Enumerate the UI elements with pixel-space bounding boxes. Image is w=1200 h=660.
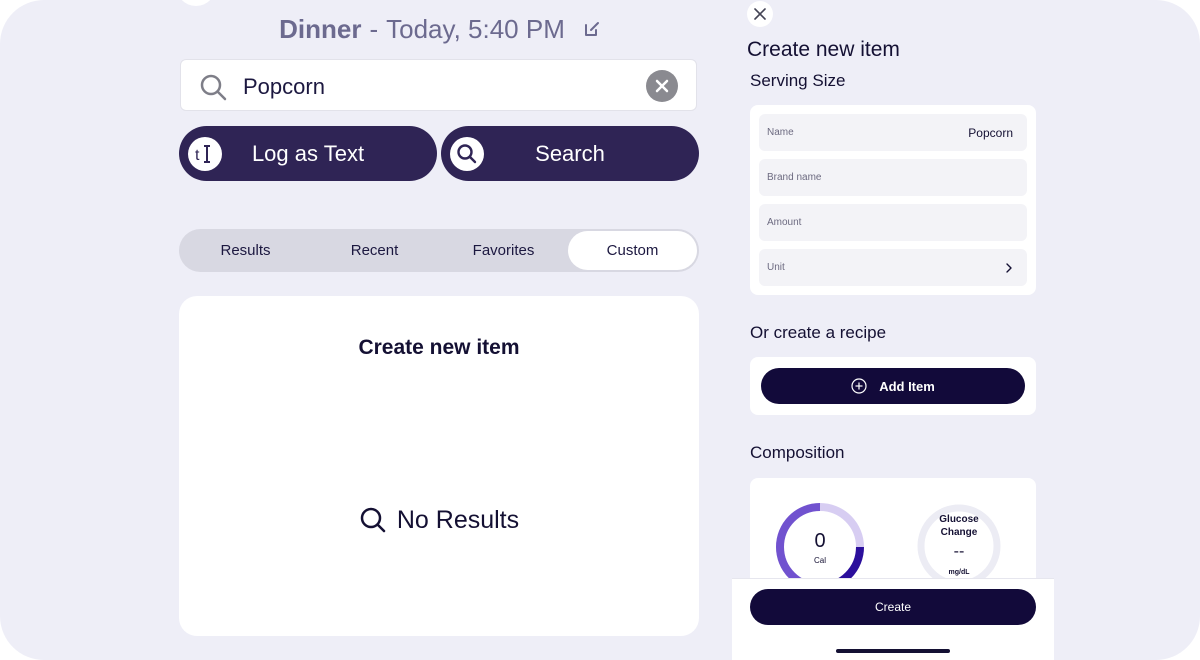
name-field-label: Name — [767, 127, 794, 138]
create-new-item-link[interactable]: Create new item — [179, 336, 699, 360]
recipe-label: Or create a recipe — [750, 323, 887, 342]
create-button[interactable]: Create — [750, 589, 1036, 625]
svg-text:t: t — [195, 147, 200, 164]
edit-icon[interactable] — [583, 20, 601, 38]
glucose-label-line1: Glucose — [939, 514, 979, 525]
header-separator: - — [369, 13, 379, 44]
search-button-label: Search — [535, 140, 605, 166]
amount-field-label: Amount — [767, 217, 802, 228]
search-bar — [180, 59, 697, 111]
close-icon — [754, 8, 766, 20]
search-icon — [360, 507, 386, 533]
search-input[interactable] — [241, 70, 625, 104]
search-icon — [200, 74, 227, 101]
meal-time: Today, 5:40 PM — [386, 13, 565, 44]
brand-name-field[interactable]: Brand name — [759, 159, 1027, 196]
name-field[interactable]: Name Popcorn — [759, 114, 1027, 151]
top-indicator — [176, 0, 216, 6]
log-as-text-button[interactable]: t Log as Text — [179, 126, 437, 181]
clear-search-button[interactable] — [646, 70, 678, 102]
custom-results-card: Create new item No Results — [179, 296, 699, 636]
tab-favorites[interactable]: Favorites — [439, 231, 568, 270]
no-results: No Results — [179, 502, 699, 538]
serving-size-label: Serving Size — [750, 71, 846, 90]
recipe-box: Add Item — [750, 357, 1036, 415]
close-icon — [655, 79, 669, 93]
add-item-label: Add Item — [879, 378, 935, 394]
search-icon — [450, 137, 484, 171]
no-results-text: No Results — [396, 505, 520, 534]
bottom-action-bar: Create — [732, 578, 1054, 660]
meal-name: Dinner — [279, 13, 362, 44]
unit-field-label: Unit — [767, 262, 785, 273]
glucose-label-line2: Change — [940, 527, 978, 538]
home-indicator — [836, 649, 950, 653]
tab-results[interactable]: Results — [181, 231, 310, 270]
tab-recent[interactable]: Recent — [310, 231, 439, 270]
app-frame: Dinner - Today, 5:40 PM t — [0, 0, 1200, 660]
meal-header: Dinner - Today, 5:40 PM — [180, 12, 700, 46]
plus-circle-icon — [851, 378, 867, 394]
close-panel-button[interactable] — [747, 1, 773, 27]
amount-field[interactable]: Amount — [759, 204, 1027, 241]
brand-name-field-label: Brand name — [767, 172, 822, 183]
chevron-right-icon — [1006, 262, 1012, 273]
panel-title: Create new item — [747, 38, 900, 61]
text-cursor-icon: t — [188, 137, 222, 171]
add-item-button[interactable]: Add Item — [761, 368, 1025, 404]
log-as-text-label: Log as Text — [251, 140, 365, 166]
calorie-unit: Cal — [813, 556, 826, 565]
name-field-value: Popcorn — [968, 125, 1013, 140]
serving-size-form: Name Popcorn Brand name Amount Unit — [750, 105, 1036, 295]
glucose-unit: mg/dL — [948, 569, 970, 576]
unit-field[interactable]: Unit — [759, 249, 1027, 286]
glucose-value: -- — [953, 543, 965, 560]
search-button[interactable]: Search — [441, 126, 699, 181]
composition-label: Composition — [750, 443, 845, 462]
calorie-value: 0 — [814, 530, 826, 552]
segmented-tabs: Results Recent Favorites Custom — [179, 229, 699, 272]
tab-custom[interactable]: Custom — [568, 231, 697, 270]
